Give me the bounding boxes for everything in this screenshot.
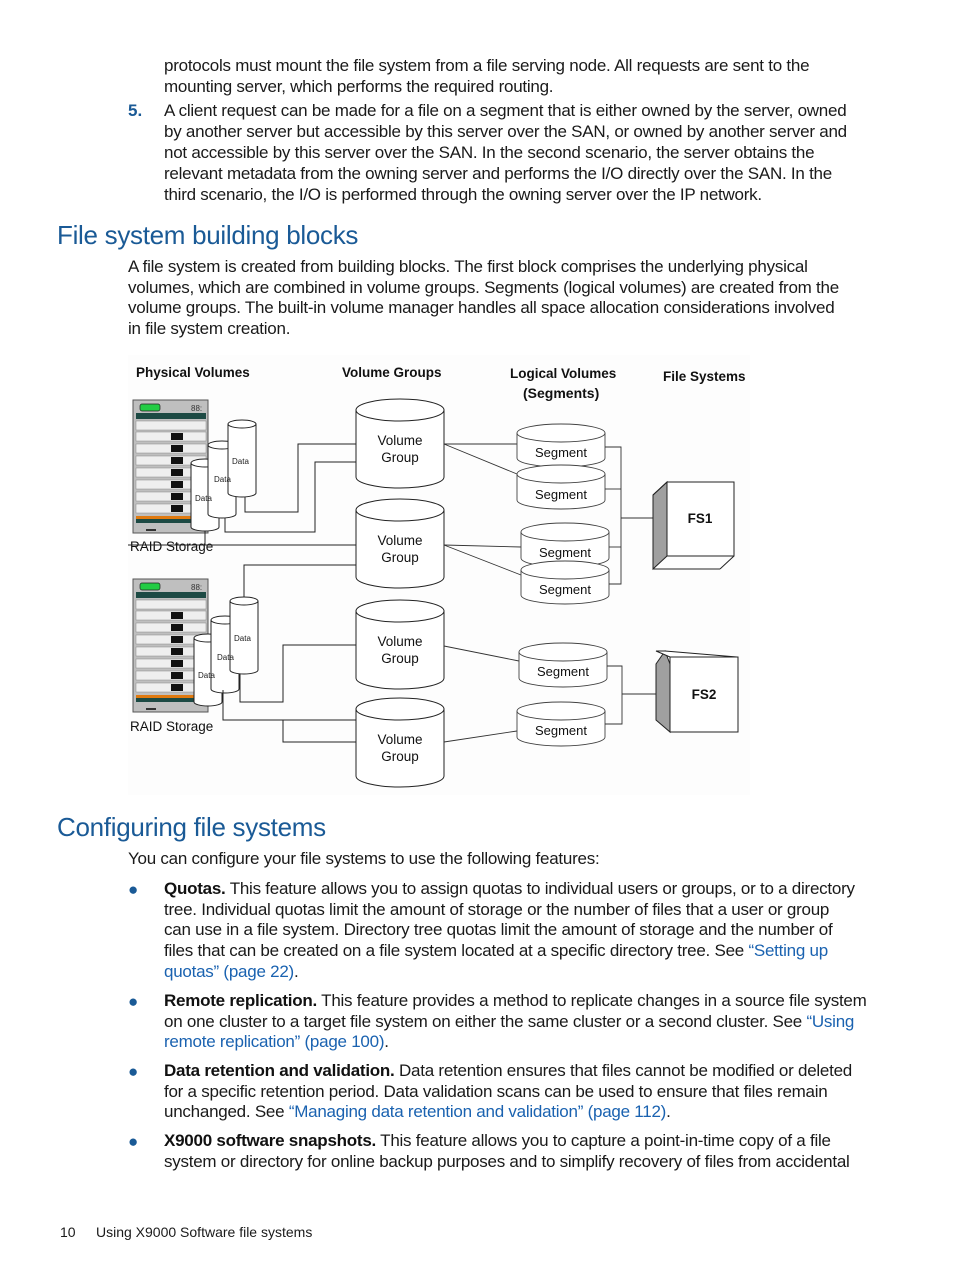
quotas-title: Quotas. [164, 879, 226, 898]
snapshots-line-1: X9000 software snapshots. This feature a… [164, 1131, 831, 1152]
vg-label: Volume [377, 634, 422, 649]
retention-text: Data retention ensures that files cannot… [394, 1061, 853, 1080]
replication-text: on one cluster to a target file system o… [164, 1012, 807, 1031]
replication-text: This feature provides a method to replic… [317, 991, 867, 1010]
section-heading-configuring: Configuring file systems [57, 812, 326, 842]
segment-label: Segment [535, 723, 587, 738]
retention-line-2: for a specific retention period. Data va… [164, 1082, 828, 1101]
quotas-line-1: Quotas. This feature allows you to assig… [164, 879, 855, 900]
replication-title: Remote replication. [164, 991, 318, 1010]
data-label: Data [232, 457, 249, 466]
vg-label: Volume [377, 533, 422, 548]
status-led-icon [139, 582, 161, 591]
section1-line-2: volumes, which are combined in volume gr… [128, 278, 839, 297]
bullet-icon: ● [128, 1132, 139, 1151]
vg-label: Group [381, 450, 419, 465]
data-label: Data [195, 494, 212, 503]
snapshots-line-2: system or directory for online backup pu… [164, 1152, 850, 1171]
bullet-icon: ● [128, 992, 139, 1011]
footer-chapter-title: Using X9000 Software file systems [96, 1224, 313, 1240]
data-label: Data [217, 653, 234, 662]
quotas-line-5: quotas” (page 22). [164, 962, 299, 983]
vg-label: Volume [377, 433, 422, 448]
fs2-label: FS2 [692, 687, 717, 702]
period: . [666, 1102, 671, 1121]
segment-label: Segment [537, 664, 589, 679]
link-managing-data-retention[interactable]: “Managing data retention and validation”… [289, 1102, 667, 1121]
segment-label: Segment [539, 545, 591, 560]
link-setting-up-quotas[interactable]: “Setting up [748, 941, 828, 960]
section1-line-3: volume groups. The built-in volume manag… [128, 298, 835, 317]
vg-label: Group [381, 550, 419, 565]
retention-title: Data retention and validation. [164, 1061, 395, 1080]
file-system-fs2: FS2 [655, 649, 739, 734]
item5-line-3: not accessible by this server over the S… [164, 143, 815, 162]
item5-line-2: by another server but accessible by this… [164, 122, 847, 141]
section1-line-4: in file system creation. [128, 319, 291, 338]
bullet-icon: ● [128, 1062, 139, 1081]
replication-line-2: on one cluster to a target file system o… [164, 1012, 854, 1033]
item5-line-5: third scenario, the I/O is performed thr… [164, 185, 762, 204]
vg-label: Group [381, 749, 419, 764]
quotas-line-4: files that can be created on a file syst… [164, 941, 828, 962]
retention-line-3: unchanged. See “Managing data retention … [164, 1102, 671, 1123]
link-using-remote-replication[interactable]: “Using [806, 1012, 854, 1031]
section1-line-1: A file system is created from building b… [128, 257, 808, 276]
file-system-fs1: FS1 [652, 480, 735, 571]
segment-label: Segment [535, 487, 587, 502]
header-physical-volumes: Physical Volumes [136, 365, 250, 380]
replication-line-3: remote replication” (page 100). [164, 1032, 389, 1053]
header-volume-groups: Volume Groups [342, 365, 442, 380]
snapshots-text: This feature allows you to capture a poi… [376, 1131, 831, 1150]
retention-text: unchanged. See [164, 1102, 289, 1121]
quotas-text: This feature allows you to assign quotas… [225, 879, 855, 898]
status-led-icon [139, 403, 161, 412]
link-using-remote-replication-cont[interactable]: remote replication” (page 100) [164, 1032, 384, 1051]
segment-label: Segment [535, 445, 587, 460]
item5-line-1: A client request can be made for a file … [164, 101, 847, 120]
building-blocks-diagram: Physical Volumes Volume Groups Logical V… [128, 355, 750, 795]
header-file-systems: File Systems [663, 369, 746, 384]
page-number: 10 [60, 1224, 76, 1240]
period: . [293, 962, 299, 981]
bullet-icon: ● [128, 880, 139, 899]
section-heading-building-blocks: File system building blocks [57, 220, 359, 250]
header-logical-volumes: Logical Volumes [510, 366, 616, 381]
period: . [384, 1032, 389, 1051]
quotas-text: files that can be created on a file syst… [164, 941, 749, 960]
raid-storage-label-2: RAID Storage [130, 719, 213, 734]
link-setting-up-quotas-cont[interactable]: quotas” (page 22) [164, 962, 294, 981]
vg-label: Volume [377, 732, 422, 747]
raid-display: 88: [191, 583, 202, 592]
raid-display: 88: [191, 404, 202, 413]
item5-line-4: relevant metadata from the owning server… [164, 164, 832, 183]
retention-line-1: Data retention and validation. Data rete… [164, 1061, 852, 1082]
list-number-5: 5. [128, 101, 143, 120]
section2-intro: You can configure your file systems to u… [128, 849, 600, 868]
intro-line-1: protocols must mount the file system fro… [164, 56, 810, 75]
intro-line-2: mounting server, which performs the requ… [164, 77, 554, 96]
vg-label: Group [381, 651, 419, 666]
data-label: Data [234, 634, 251, 643]
data-label: Data [214, 475, 231, 484]
quotas-line-3: can use in a file system. Directory tree… [164, 920, 833, 939]
fs1-label: FS1 [688, 511, 713, 526]
snapshots-title: X9000 software snapshots. [164, 1131, 377, 1150]
replication-line-1: Remote replication. This feature provide… [164, 991, 867, 1012]
raid-storage-label-1: RAID Storage [130, 539, 213, 554]
header-segments: (Segments) [523, 385, 599, 401]
quotas-line-2: tree. Individual quotas limit the amount… [164, 900, 830, 919]
segment-label: Segment [539, 582, 591, 597]
data-label: Data [198, 671, 215, 680]
